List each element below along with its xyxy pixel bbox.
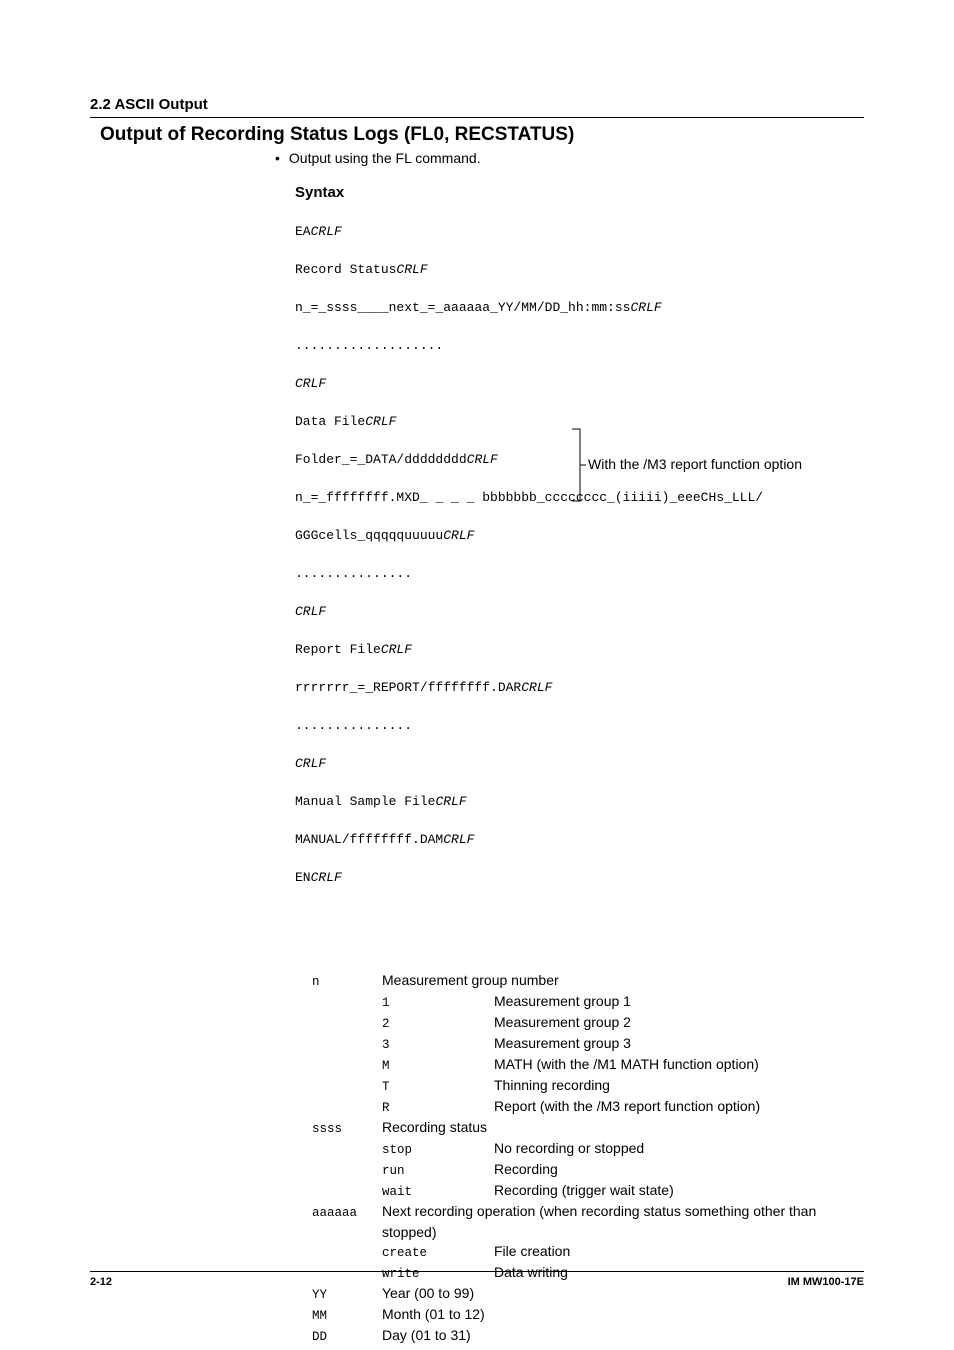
page-number: 2-12 bbox=[90, 1276, 112, 1288]
param-subval: File creation bbox=[494, 1242, 864, 1261]
bracket-icon bbox=[570, 427, 590, 503]
param-subval: Recording (trigger wait state) bbox=[494, 1181, 864, 1200]
param-subval: No recording or stopped bbox=[494, 1139, 864, 1158]
crlf: CRLF bbox=[521, 680, 552, 695]
crlf: CRLF bbox=[311, 224, 342, 239]
param-key: ssss bbox=[312, 1120, 382, 1139]
syntax-block: EACRLF Record StatusCRLF n_=_ssss____nex… bbox=[295, 203, 864, 963]
param-subkey: stop bbox=[382, 1141, 494, 1160]
param-subval: Thinning recording bbox=[494, 1076, 864, 1095]
param-subkey: R bbox=[382, 1099, 494, 1118]
syntax-heading: Syntax bbox=[295, 184, 864, 201]
param-key: YY bbox=[312, 1286, 382, 1305]
syntax-text: Report File bbox=[295, 642, 381, 657]
bullet-text: Output using the FL command. bbox=[289, 150, 481, 166]
bracket-label: With the /M3 report function option bbox=[588, 455, 802, 474]
param-key: DD bbox=[312, 1328, 382, 1347]
syntax-dots: ................... bbox=[295, 336, 864, 355]
param-subkey: 2 bbox=[382, 1015, 494, 1034]
param-key: aaaaaa bbox=[312, 1204, 382, 1223]
param-desc: Next recording operation (when recording… bbox=[382, 1202, 864, 1221]
param-desc: Month (01 to 12) bbox=[382, 1305, 864, 1324]
param-desc: Measurement group number bbox=[382, 971, 864, 990]
crlf: CRLF bbox=[295, 602, 864, 621]
syntax-text: n_=_ssss____next_=_aaaaaa_YY/MM/DD_hh:mm… bbox=[295, 300, 630, 315]
crlf: CRLF bbox=[467, 452, 498, 467]
crlf: CRLF bbox=[443, 528, 474, 543]
crlf: CRLF bbox=[396, 262, 427, 277]
param-subval: Recording bbox=[494, 1160, 864, 1179]
syntax-text: EN bbox=[295, 870, 311, 885]
bullet-icon: • bbox=[275, 150, 285, 166]
crlf: CRLF bbox=[381, 642, 412, 657]
param-subkey: 3 bbox=[382, 1036, 494, 1055]
syntax-text: Record Status bbox=[295, 262, 396, 277]
bracket-annotation: With the /M3 report function option bbox=[570, 427, 900, 503]
crlf: CRLF bbox=[295, 754, 864, 773]
syntax-text: MANUAL/ffffffff.DAM bbox=[295, 832, 443, 847]
page-footer: 2-12 IM MW100-17E bbox=[90, 1271, 864, 1288]
param-subkey: T bbox=[382, 1078, 494, 1097]
param-subkey: 1 bbox=[382, 994, 494, 1013]
parameter-table: nMeasurement group number 1Measurement g… bbox=[312, 971, 864, 1350]
syntax-text: GGGcells_qqqqquuuuu bbox=[295, 528, 443, 543]
crlf: CRLF bbox=[295, 374, 864, 393]
section-header: 2.2 ASCII Output bbox=[90, 96, 864, 118]
param-desc: Recording status bbox=[382, 1118, 864, 1137]
param-key: n bbox=[312, 973, 382, 992]
doc-id: IM MW100-17E bbox=[788, 1276, 864, 1288]
param-subval: Measurement group 1 bbox=[494, 992, 864, 1011]
param-desc: Day (01 to 31) bbox=[382, 1326, 864, 1345]
param-subval: Measurement group 3 bbox=[494, 1034, 864, 1053]
param-subval: Measurement group 2 bbox=[494, 1013, 864, 1032]
bullet-line: • Output using the FL command. bbox=[275, 150, 864, 166]
syntax-text: Data File bbox=[295, 414, 365, 429]
syntax-text: Folder_=_DATA/dddddddd bbox=[295, 452, 467, 467]
syntax-dots: ............... bbox=[295, 716, 864, 735]
crlf: CRLF bbox=[311, 870, 342, 885]
param-subkey: run bbox=[382, 1162, 494, 1181]
syntax-text: Manual Sample File bbox=[295, 794, 435, 809]
param-subkey: M bbox=[382, 1057, 494, 1076]
param-desc: stopped) bbox=[382, 1223, 864, 1242]
syntax-dots: ............... bbox=[295, 564, 864, 583]
crlf: CRLF bbox=[443, 832, 474, 847]
syntax-text: EA bbox=[295, 224, 311, 239]
param-subkey: create bbox=[382, 1244, 494, 1263]
crlf: CRLF bbox=[435, 794, 466, 809]
crlf: CRLF bbox=[365, 414, 396, 429]
param-subval: MATH (with the /M1 MATH function option) bbox=[494, 1055, 864, 1074]
page-title: Output of Recording Status Logs (FL0, RE… bbox=[100, 124, 864, 146]
param-key: MM bbox=[312, 1307, 382, 1326]
crlf: CRLF bbox=[630, 300, 661, 315]
param-subval: Report (with the /M3 report function opt… bbox=[494, 1097, 864, 1116]
param-subkey: wait bbox=[382, 1183, 494, 1202]
syntax-text: rrrrrrr_=_REPORT/ffffffff.DAR bbox=[295, 680, 521, 695]
